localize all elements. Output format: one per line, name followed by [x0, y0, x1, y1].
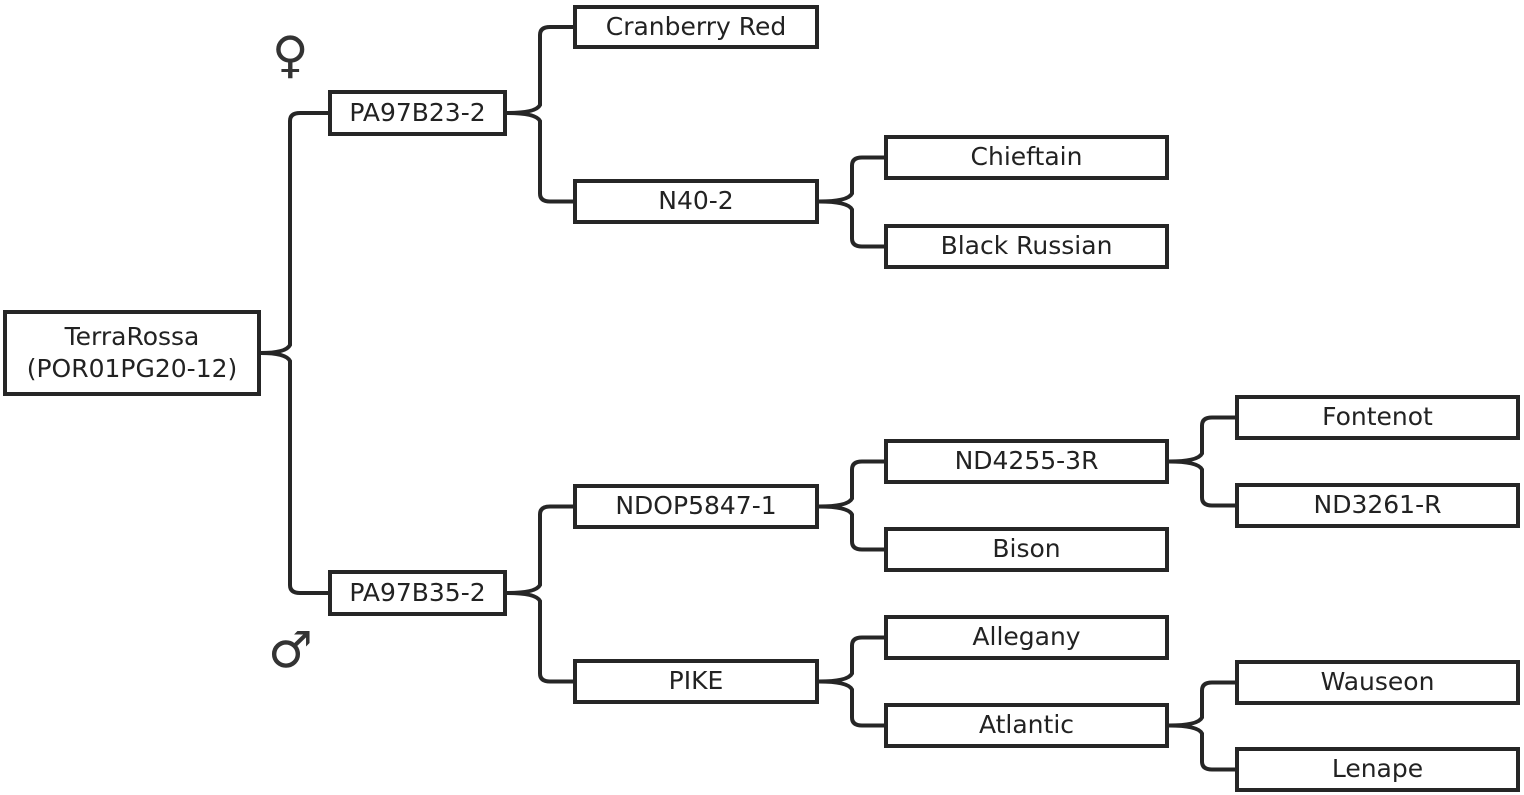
connector-pa23-cran	[506, 25, 573, 115]
connector-ndop-nd4255	[818, 459, 884, 509]
node-pike: PIKE	[573, 659, 819, 704]
node-pa23: PA97B23-2	[328, 90, 507, 136]
female-symbol-icon: ♀	[272, 26, 309, 84]
male-symbol-icon: ♂	[268, 621, 313, 679]
connector-root-pa35	[260, 351, 328, 595]
node-waus: Wauseon	[1235, 660, 1520, 705]
node-atl: Atlantic	[884, 703, 1169, 748]
pedigree-diagram: ♀ ♂ TerraRossa (POR01PG20-12) PA97B23-2 PA…	[0, 0, 1524, 795]
node-alleg: Allegany	[884, 615, 1169, 660]
node-n40: N40-2	[573, 179, 819, 224]
node-chief: Chieftain	[884, 135, 1169, 180]
node-lenape: Lenape	[1235, 747, 1520, 792]
connector-ndop-bison	[818, 504, 884, 552]
connector-nd4255-nd3261	[1168, 459, 1235, 508]
node-bison: Bison	[884, 527, 1169, 572]
node-ndop: NDOP5847-1	[573, 484, 819, 529]
connector-pa35-ndop	[506, 504, 573, 595]
connector-pa23-n40	[506, 111, 573, 204]
node-root: TerraRossa (POR01PG20-12)	[3, 310, 261, 396]
connector-nd4255-font	[1168, 415, 1235, 464]
connector-root-pa23	[260, 111, 328, 355]
connector-n40-black	[818, 199, 884, 249]
node-pa35: PA97B35-2	[328, 570, 507, 616]
connector-pike-alleg	[818, 635, 884, 684]
connector-atl-lenape	[1168, 723, 1235, 772]
connector-pike-atl	[818, 679, 884, 728]
node-font: Fontenot	[1235, 395, 1520, 440]
node-cran: Cranberry Red	[573, 5, 819, 49]
connector-pa35-pike	[506, 591, 573, 684]
node-black: Black Russian	[884, 224, 1169, 269]
connector-atl-waus	[1168, 680, 1235, 728]
connector-n40-chief	[818, 155, 884, 204]
node-nd4255: ND4255-3R	[884, 439, 1169, 484]
node-nd3261: ND3261-R	[1235, 483, 1520, 528]
